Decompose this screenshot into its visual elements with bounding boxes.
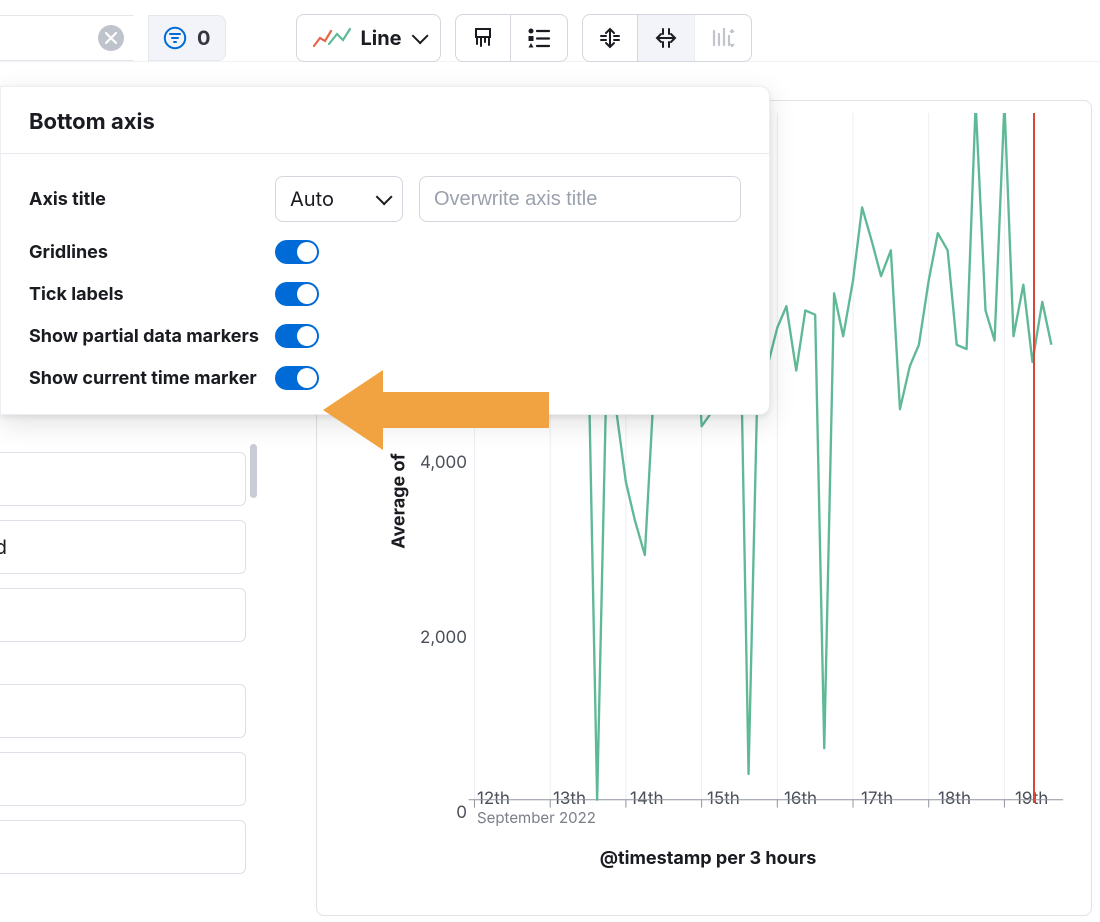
- axis-title-input[interactable]: [419, 176, 741, 222]
- field-item[interactable]: word: [0, 752, 246, 806]
- popover-title: Bottom axis: [1, 87, 769, 153]
- bar-spacing-button: [694, 15, 751, 61]
- field-item[interactable]: n.keyword: [0, 520, 246, 574]
- brush-icon: [472, 26, 494, 50]
- close-icon[interactable]: [98, 25, 124, 51]
- field-item[interactable]: day: [0, 820, 246, 874]
- current-time-toggle[interactable]: [275, 366, 319, 390]
- axis-title-label: Axis title: [29, 189, 259, 210]
- toolbar: 0 Line: [0, 14, 1100, 62]
- axis-title-mode-value: Auto: [290, 187, 334, 211]
- bottom-axis-popover: Bottom axis Axis title Auto Gridlines Ti…: [0, 86, 770, 415]
- axis-group: [582, 14, 752, 62]
- field-item[interactable]: taset: [0, 452, 246, 506]
- viz-type-button[interactable]: Line: [297, 15, 440, 61]
- tick-labels-label: Tick labels: [29, 284, 259, 305]
- viz-type-label: Line: [361, 26, 402, 50]
- legend-icon: [527, 26, 551, 50]
- bar-spacing-icon: [711, 27, 735, 49]
- field-list: taset n.keyword dinates est word day: [0, 452, 246, 888]
- field-item[interactable]: est: [0, 684, 246, 738]
- left-axis-button[interactable]: [583, 15, 637, 61]
- legend-options-button[interactable]: [510, 15, 567, 61]
- gridlines-label: Gridlines: [29, 242, 259, 263]
- field-search: [0, 15, 134, 61]
- chevron-down-icon: [411, 27, 428, 44]
- current-time-label: Show current time marker: [29, 368, 259, 389]
- scrollbar[interactable]: [250, 444, 257, 498]
- filter-count: 0: [197, 26, 211, 50]
- tick-labels-toggle[interactable]: [275, 282, 319, 306]
- bottom-axis-button[interactable]: [637, 15, 694, 61]
- current-time-marker: [1033, 113, 1035, 803]
- visual-options-button[interactable]: [456, 15, 510, 61]
- partial-data-toggle[interactable]: [275, 324, 319, 348]
- line-chart-icon: [313, 26, 351, 50]
- chevron-down-icon: [376, 188, 393, 205]
- viz-type-select[interactable]: Line: [296, 14, 441, 62]
- field-search-input[interactable]: [0, 16, 98, 60]
- filter-circle-icon: [163, 26, 187, 50]
- axis-title-mode-select[interactable]: Auto: [275, 176, 403, 222]
- field-item[interactable]: dinates: [0, 588, 246, 642]
- partial-data-label: Show partial data markers: [29, 326, 259, 347]
- filter-pill[interactable]: 0: [148, 15, 226, 61]
- gridlines-toggle[interactable]: [275, 240, 319, 264]
- appearance-group: [455, 14, 568, 62]
- axis-left-icon: [599, 26, 621, 50]
- axis-bottom-icon: [654, 27, 678, 49]
